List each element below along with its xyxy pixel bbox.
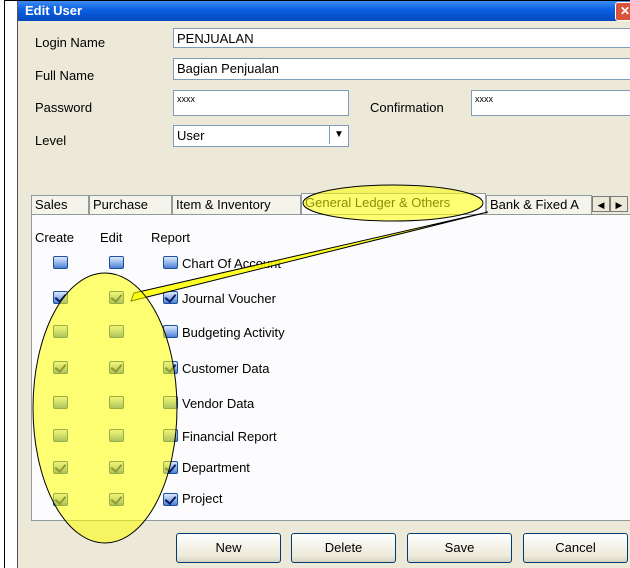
edit-checkbox[interactable] — [109, 461, 124, 474]
row-label: Chart Of Account — [182, 256, 281, 271]
row-label: Journal Voucher — [182, 291, 276, 306]
edit-checkbox[interactable] — [109, 493, 124, 506]
confirmation-label-text: Confirmation — [370, 100, 444, 115]
row-label: Project — [182, 491, 223, 506]
create-checkbox[interactable] — [53, 291, 68, 304]
level-label: Level — [35, 133, 67, 148]
report-checkbox[interactable] — [163, 396, 178, 409]
report-checkbox[interactable] — [163, 256, 178, 269]
create-checkbox[interactable] — [53, 325, 68, 338]
create-checkbox[interactable] — [53, 361, 68, 374]
full-name-input[interactable]: Bagian Penjualan — [173, 58, 630, 80]
report-checkbox[interactable] — [163, 429, 178, 442]
row-label: Department — [182, 460, 250, 475]
report-checkbox[interactable] — [163, 461, 178, 474]
row-label: Budgeting Activity — [182, 325, 285, 340]
password-label: Password — [35, 100, 93, 115]
edit-checkbox[interactable] — [109, 325, 124, 338]
tab-general-ledger-others[interactable]: General Ledger & Others — [301, 193, 486, 214]
outer-left-panel — [0, 0, 5, 568]
row-label: Financial Report — [182, 429, 277, 444]
tab-purchase[interactable]: Purchase — [89, 195, 172, 214]
column-header-report: Report — [151, 230, 191, 245]
create-checkbox[interactable] — [53, 396, 68, 409]
tab-sales[interactable]: Sales — [31, 195, 89, 214]
edit-checkbox[interactable] — [109, 256, 124, 269]
report-checkbox[interactable] — [163, 325, 178, 338]
level-value: User — [177, 128, 205, 143]
password-input[interactable]: xxxx — [173, 90, 349, 116]
save-button[interactable]: Save — [407, 533, 512, 563]
edit-checkbox[interactable] — [109, 429, 124, 442]
cancel-button[interactable]: Cancel — [523, 533, 628, 563]
create-checkbox[interactable] — [53, 493, 68, 506]
row-label: Customer Data — [182, 361, 270, 376]
full-name-label: Full Name — [35, 68, 95, 83]
column-header-edit: Edit — [100, 230, 123, 245]
level-select[interactable]: User ▼ — [173, 125, 349, 147]
edit-checkbox[interactable] — [109, 361, 124, 374]
login-name-label: Login Name — [35, 35, 106, 50]
close-icon[interactable]: ✕ — [615, 2, 630, 21]
confirmation-input[interactable]: xxxx — [471, 90, 630, 116]
create-checkbox[interactable] — [53, 429, 68, 442]
report-checkbox[interactable] — [163, 361, 178, 374]
row-label: Vendor Data — [182, 396, 255, 411]
edit-user-dialog: Edit User ✕ Login Name PENJUALAN Full Na… — [17, 1, 630, 568]
edit-checkbox[interactable] — [109, 396, 124, 409]
tab-bank-fixed-assets[interactable]: Bank & Fixed A — [486, 195, 592, 214]
new-button[interactable]: New — [176, 533, 281, 563]
chevron-down-icon[interactable]: ▼ — [329, 126, 348, 144]
edit-checkbox[interactable] — [109, 291, 124, 304]
title-bar: Edit User ✕ — [18, 1, 630, 21]
create-checkbox[interactable] — [53, 461, 68, 474]
report-checkbox[interactable] — [163, 493, 178, 506]
report-checkbox[interactable] — [163, 291, 178, 304]
create-checkbox[interactable] — [53, 256, 68, 269]
column-header-create: Create — [35, 230, 75, 245]
login-name-input[interactable]: PENJUALAN — [173, 28, 630, 48]
tab-scroll-right-icon[interactable]: ▶ — [610, 196, 628, 212]
tab-item-inventory[interactable]: Item & Inventory — [172, 195, 301, 214]
delete-button[interactable]: Delete — [291, 533, 396, 563]
tab-scroll-left-icon[interactable]: ◀ — [592, 196, 610, 212]
window-title: Edit User — [25, 3, 83, 18]
